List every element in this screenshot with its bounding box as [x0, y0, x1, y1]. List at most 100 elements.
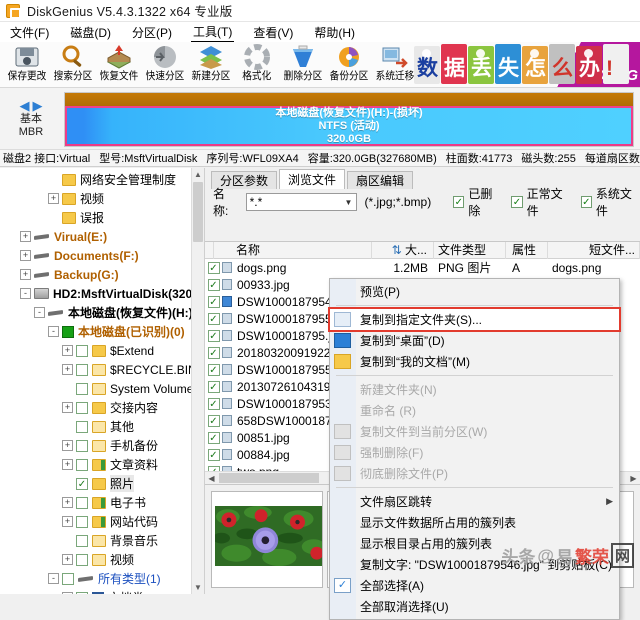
context-menu-item-12[interactable]: 文件扇区跳转 ▶: [330, 491, 619, 512]
tab-2[interactable]: 扇区编辑: [347, 171, 414, 189]
file-row-check-cell-1[interactable]: ✓: [205, 278, 222, 291]
tree-node-14[interactable]: + 手机备份: [0, 436, 191, 455]
menu-item-5[interactable]: 帮助(H): [312, 23, 357, 42]
tree-node-12[interactable]: + 交接内容: [0, 398, 191, 417]
tree-expander-5[interactable]: +: [20, 269, 31, 280]
tree-expander-10[interactable]: +: [62, 364, 73, 375]
toolbar-button-3[interactable]: 快速分区: [142, 42, 188, 87]
context-menu-item-0[interactable]: 预览(P): [330, 281, 619, 302]
tree-checkbox-18[interactable]: [76, 515, 88, 528]
submenu-arrow-icon[interactable]: ▶: [606, 496, 613, 507]
file-row-checkbox-9[interactable]: ✓: [207, 414, 220, 427]
disk-tree[interactable]: 网络安全管理制度 + 视频 误报 + Virual(E:) + Documents(F:) + B…: [0, 168, 191, 594]
tree-expander-15[interactable]: +: [62, 459, 73, 470]
tree-node-19[interactable]: 背景音乐: [0, 531, 191, 550]
tree-expander-20[interactable]: +: [62, 554, 73, 565]
partition-nav[interactable]: ◀ ▶ 基本 MBR: [0, 88, 62, 149]
tree-node-18[interactable]: + 网站代码: [0, 512, 191, 531]
tree-expander-3[interactable]: +: [20, 231, 31, 242]
file-list-header-short[interactable]: 短文件...: [548, 242, 640, 259]
file-row-checkbox-7[interactable]: ✓: [207, 380, 220, 393]
filter-checkbox-2[interactable]: ✓: [580, 196, 592, 208]
tree-node-13[interactable]: 其他: [0, 417, 191, 436]
scroll-left-icon[interactable]: ◀: [205, 472, 218, 484]
file-row-checkbox-3[interactable]: ✓: [207, 312, 220, 325]
tree-node-10[interactable]: + $RECYCLE.BIN: [0, 360, 191, 379]
nav-prev-icon[interactable]: ◀: [20, 99, 30, 112]
file-row-checkbox-6[interactable]: ✓: [207, 363, 220, 376]
tree-expander-9[interactable]: +: [62, 345, 73, 356]
tree-checkbox-14[interactable]: [76, 439, 88, 452]
tree-node-6[interactable]: - HD2:MsftVirtualDisk(320GB): [0, 284, 191, 303]
scroll-down-icon[interactable]: ▼: [192, 581, 204, 594]
context-menu-item-4[interactable]: 复制到“我的文档”(M): [330, 351, 619, 372]
menu-item-2[interactable]: 分区(P): [130, 23, 174, 42]
tree-node-17[interactable]: + 电子书: [0, 493, 191, 512]
context-menu-item-17[interactable]: 全部取消选择(U): [330, 596, 619, 617]
file-row-checkbox-5[interactable]: ✓: [207, 346, 220, 359]
hscroll-thumb[interactable]: [219, 473, 319, 483]
tab-1[interactable]: 浏览文件: [279, 169, 346, 189]
tree-expander-7[interactable]: -: [34, 307, 45, 318]
name-filter-input[interactable]: *.*: [250, 195, 342, 209]
scroll-thumb[interactable]: [193, 182, 203, 242]
partition-block[interactable]: 本地磁盘(恢复文件)(H:)-(损坏) NTFS (活动) 320.0GB: [67, 107, 631, 145]
file-list-header[interactable]: 名称 ⇅ 大... 文件类型 属性 短文件...: [205, 242, 640, 259]
tree-node-3[interactable]: + Virual(E:): [0, 227, 191, 246]
file-row-check-cell-9[interactable]: ✓: [205, 414, 222, 427]
toolbar-button-2[interactable]: 恢复文件: [96, 42, 142, 87]
file-row-check-cell-0[interactable]: ✓: [205, 261, 222, 274]
tree-expander-1[interactable]: +: [48, 193, 59, 204]
filter-check-2[interactable]: ✓ 系统文件: [580, 185, 640, 219]
tree-expander-8[interactable]: -: [48, 326, 59, 337]
toolbar-button-6[interactable]: 删除分区: [280, 42, 326, 87]
toolbar-button-5[interactable]: 格式化: [234, 42, 280, 87]
tree-expander-17[interactable]: +: [62, 497, 73, 508]
context-menu-item-16[interactable]: ✓ 全部选择(A): [330, 575, 619, 596]
tree-expander-21[interactable]: -: [48, 573, 59, 584]
tree-checkbox-11[interactable]: [76, 382, 88, 395]
file-row-checkbox-8[interactable]: ✓: [207, 397, 220, 410]
partition-selected-border[interactable]: 本地磁盘(恢复文件)(H:)-(损坏) NTFS (活动) 320.0GB: [65, 106, 633, 146]
tree-expander-6[interactable]: -: [20, 288, 31, 299]
tree-node-5[interactable]: + Backup(G:): [0, 265, 191, 284]
file-row-checkbox-2[interactable]: ✓: [207, 295, 220, 308]
tree-checkbox-10[interactable]: [76, 363, 88, 376]
filter-check-1[interactable]: ✓ 正常文件: [511, 185, 570, 219]
tree-checkbox-9[interactable]: [76, 344, 88, 357]
tree-checkbox-13[interactable]: [76, 420, 88, 433]
menu-item-1[interactable]: 磁盘(D): [68, 23, 113, 42]
file-row-check-cell-8[interactable]: ✓: [205, 397, 222, 410]
file-row-checkbox-4[interactable]: ✓: [207, 329, 220, 342]
file-row-check-cell-5[interactable]: ✓: [205, 346, 222, 359]
tree-checkbox-20[interactable]: [76, 553, 88, 566]
tree-node-7[interactable]: - 本地磁盘(恢复文件)(H:)-(损坏): [0, 303, 191, 322]
tree-node-4[interactable]: + Documents(F:): [0, 246, 191, 265]
toolbar-button-7[interactable]: 备份分区: [326, 42, 372, 87]
file-row-check-cell-4[interactable]: ✓: [205, 329, 222, 342]
tree-node-20[interactable]: + 视频: [0, 550, 191, 569]
tree-checkbox-19[interactable]: [76, 534, 88, 547]
toolbar-button-1[interactable]: 搜索分区: [50, 42, 96, 87]
tree-node-1[interactable]: + 视频: [0, 189, 191, 208]
filter-checkbox-1[interactable]: ✓: [511, 196, 523, 208]
tree-node-0[interactable]: 网络安全管理制度: [0, 170, 191, 189]
toolbar-button-0[interactable]: 保存更改: [4, 42, 50, 87]
context-menu[interactable]: 预览(P) 复制到指定文件夹(S)... 复制到“桌面”(D) 复制到“我的文档”(M…: [328, 278, 621, 620]
filter-check-0[interactable]: ✓ 已删除: [453, 185, 501, 219]
tree-node-11[interactable]: System Volume In: [0, 379, 191, 398]
file-row-checkbox-1[interactable]: ✓: [207, 278, 220, 291]
menu-item-3[interactable]: 工具(T): [191, 22, 235, 42]
file-row-checkbox-10[interactable]: ✓: [207, 431, 220, 444]
context-menu-item-13[interactable]: 显示文件数据所占用的簇列表: [330, 512, 619, 533]
context-menu-item-2[interactable]: 复制到指定文件夹(S)...: [328, 307, 621, 332]
file-list-header-attr[interactable]: 属性: [506, 242, 548, 259]
file-row-check-cell-2[interactable]: ✓: [205, 295, 222, 308]
tree-checkbox-17[interactable]: [76, 496, 88, 509]
scroll-right-icon[interactable]: ▶: [627, 472, 640, 484]
tree-expander-4[interactable]: +: [20, 250, 31, 261]
tree-checkbox-15[interactable]: [76, 458, 88, 471]
nav-arrows[interactable]: ◀ ▶: [20, 99, 43, 112]
chevron-down-icon[interactable]: ▼: [342, 198, 356, 207]
file-row-check-cell-11[interactable]: ✓: [205, 448, 222, 461]
